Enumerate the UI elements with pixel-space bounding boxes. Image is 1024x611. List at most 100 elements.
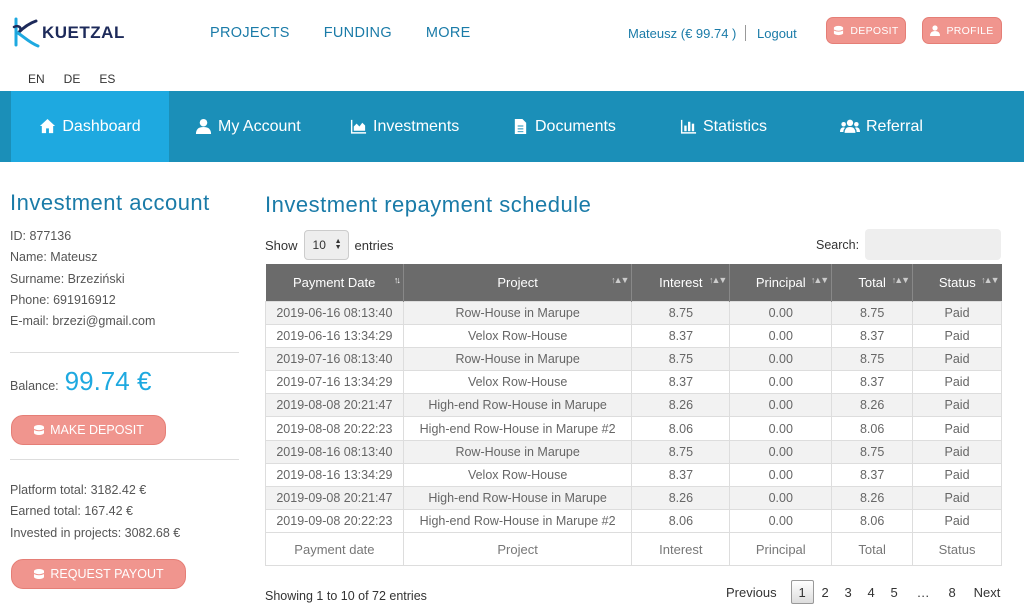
table-cell: Velox Row-House: [402, 462, 633, 488]
table-cell: Paid: [912, 323, 1002, 348]
request-payout-label: REQUEST PAYOUT: [50, 567, 164, 581]
table-cell: High-end Row-House in Marupe: [402, 485, 633, 511]
table-cell: 2019-08-08 20:22:23: [265, 416, 404, 441]
pagination-page[interactable]: 2: [814, 580, 837, 604]
logout-link[interactable]: Logout: [757, 26, 797, 41]
deposit-button[interactable]: DEPOSIT: [826, 17, 906, 44]
sort-icon: ↑▲▼: [891, 275, 910, 285]
pagination-next[interactable]: Next: [974, 585, 1001, 600]
table-cell: 8.37: [831, 370, 914, 395]
sort-icon: ↑▲▼: [708, 275, 727, 285]
table-cell: Paid: [912, 485, 1002, 511]
table-cell: 8.37: [631, 323, 731, 348]
profile-button[interactable]: PROFILE: [922, 17, 1002, 44]
entries-select[interactable]: 10 ▲ ▼: [303, 230, 349, 260]
column-header[interactable]: Status ↑▲▼: [912, 264, 1002, 301]
table-row: 2019-06-16 08:13:40 Row-House in Marupe 8.…: [265, 300, 1002, 325]
lang-es[interactable]: ES: [99, 72, 115, 86]
account-name: Name: Mateusz: [10, 250, 98, 265]
tab-referral-label: Referral: [866, 117, 923, 135]
table-cell: 2019-07-16 08:13:40: [265, 346, 404, 372]
table-row: 2019-08-16 08:13:40 Row-House in Marupe 8.…: [265, 439, 1002, 464]
pagination-page[interactable]: 8: [941, 580, 964, 604]
sort-icon: ↑▲▼: [611, 275, 629, 285]
user-balance-link[interactable]: Mateusz (€ 99.74 ): [628, 26, 736, 41]
table-cell: Paid: [912, 346, 1002, 372]
footer-cell: Payment date: [265, 532, 404, 567]
table-cell: 8.37: [631, 370, 731, 395]
pagination-page[interactable]: 4: [860, 580, 883, 604]
document-icon: [514, 118, 527, 135]
table-row: 2019-09-08 20:22:23 High-end Row-House in…: [265, 509, 1002, 534]
table-cell: 0.00: [729, 439, 833, 464]
tab-dashboard-label: Dashboard: [62, 117, 141, 135]
table-cell: 2019-08-08 20:21:47: [265, 393, 404, 418]
brand-logo[interactable]: KUETZAL: [10, 15, 125, 51]
tab-investments[interactable]: Investments: [350, 91, 459, 162]
pagination-previous[interactable]: Previous: [726, 585, 777, 600]
area-chart-icon: [350, 119, 367, 134]
pagination-page[interactable]: 3: [837, 580, 860, 604]
tab-investments-label: Investments: [373, 117, 460, 135]
account-email: E-mail: brzezi@gmail.com: [10, 314, 156, 329]
user-icon: [930, 25, 941, 36]
table-cell: Paid: [912, 509, 1002, 534]
users-icon: [840, 119, 860, 133]
table-cell: 8.26: [631, 485, 731, 511]
lang-en[interactable]: EN: [28, 72, 45, 86]
tab-documents[interactable]: Documents: [512, 91, 616, 162]
table-cell: 8.37: [631, 462, 731, 488]
table-cell: 8.06: [831, 509, 914, 534]
table-cell: 8.75: [631, 439, 731, 464]
table-search: Search:: [816, 229, 1002, 260]
table-cell: Row-House in Marupe: [402, 346, 633, 372]
deposit-label: DEPOSIT: [850, 24, 899, 37]
table-cell: 0.00: [729, 323, 833, 348]
table-cell: Paid: [912, 370, 1002, 395]
table-cell: Paid: [912, 439, 1002, 464]
divider: [10, 459, 239, 460]
tab-my-account[interactable]: My Account: [195, 91, 301, 162]
column-header[interactable]: Interest ↑▲▼: [631, 264, 731, 301]
request-payout-button[interactable]: REQUEST PAYOUT: [11, 559, 186, 589]
account-id: ID: 877136: [10, 229, 72, 243]
account-phone: Phone: 691916912: [10, 292, 116, 307]
tab-statistics[interactable]: Statistics: [680, 91, 767, 162]
table-cell: 8.75: [831, 439, 914, 464]
pagination-page[interactable]: 1: [790, 580, 814, 604]
table-cell: 2019-06-16 13:34:29: [265, 323, 404, 348]
nav-more[interactable]: MORE: [426, 25, 471, 41]
table-footer-row: Payment date Project Interest Principal …: [265, 532, 1002, 567]
lang-de[interactable]: DE: [64, 72, 81, 86]
column-header[interactable]: Principal ↑▲▼: [729, 264, 833, 301]
language-switcher: EN DE ES: [28, 72, 115, 86]
kuetzal-logo-icon: [12, 17, 40, 48]
pagination-page[interactable]: 5: [883, 580, 906, 604]
table-cell: 8.26: [831, 485, 914, 511]
tab-dashboard[interactable]: Dashboard: [11, 91, 169, 162]
table-cell: Velox Row-House: [402, 370, 633, 395]
search-input[interactable]: [865, 229, 1002, 260]
home-icon: [40, 118, 56, 134]
column-header[interactable]: Payment Date ↑↓: [265, 264, 404, 301]
table-row: 2019-06-16 13:34:29 Velox Row-House 8.37 0.…: [265, 323, 1002, 348]
table-cell: 2019-06-16 08:13:40: [265, 300, 404, 325]
nav-projects[interactable]: PROJECTS: [210, 25, 290, 41]
nav-funding[interactable]: FUNDING: [324, 25, 392, 41]
footer-cell: Principal: [729, 532, 833, 567]
table-cell: High-end Row-House in Marupe #2: [402, 509, 633, 534]
account-sidebar: Investment account ID: 877136 Name: Mate…: [10, 190, 239, 332]
table-cell: 8.06: [631, 416, 731, 441]
table-cell: 0.00: [729, 370, 833, 395]
table-cell: Row-House in Marupe: [402, 300, 633, 325]
table-cell: 8.26: [831, 393, 914, 418]
table-cell: 8.26: [631, 393, 731, 418]
column-header[interactable]: Project ↑▲▼: [403, 264, 633, 301]
page-title: Investment repayment schedule: [265, 192, 592, 217]
column-header[interactable]: Total ↑▲▼: [831, 264, 914, 301]
tab-referral[interactable]: Referral: [840, 91, 923, 162]
profile-label: PROFILE: [946, 24, 994, 37]
make-deposit-button[interactable]: MAKE DEPOSIT: [11, 415, 166, 445]
table-cell: 8.75: [831, 300, 914, 325]
account-surname: Surname: Brzeziński: [10, 271, 125, 286]
